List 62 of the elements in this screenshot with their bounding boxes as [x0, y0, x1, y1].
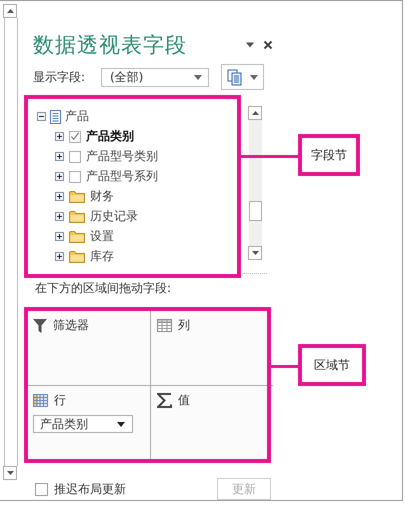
grid-icon [157, 319, 172, 332]
area-label: 值 [178, 392, 190, 409]
down-arrow-icon [252, 250, 258, 255]
down-arrow-icon [6, 471, 14, 475]
folder-name[interactable]: 设置 [90, 228, 114, 246]
leader-line [241, 155, 299, 158]
area-panel[interactable]: 筛选器 [27, 311, 151, 386]
scroll-up-button[interactable] [248, 106, 262, 120]
field-checkbox[interactable] [69, 130, 81, 143]
caret-icon [250, 74, 258, 80]
expand-icon[interactable] [55, 192, 64, 202]
show-fields-label: 显示字段: [33, 68, 86, 86]
grid-icon [33, 394, 48, 407]
callout-label: 字段节 [298, 134, 360, 176]
scroll-down-button[interactable] [3, 466, 17, 480]
folder-name[interactable]: 库存 [90, 248, 114, 266]
area-panel[interactable]: 行 产品类别 [27, 386, 151, 461]
table-icon [50, 110, 61, 124]
defer-update-label: 推迟布局更新 [54, 480, 126, 498]
caret-icon [117, 422, 125, 426]
tools-button[interactable] [221, 64, 264, 90]
area-panel[interactable]: 列 [151, 311, 273, 386]
field-checkbox[interactable] [69, 170, 81, 183]
expand-icon[interactable] [55, 172, 64, 182]
expand-icon[interactable] [55, 252, 64, 262]
close-icon[interactable] [263, 40, 273, 50]
folder-name[interactable]: 财务 [90, 188, 114, 206]
show-fields-dropdown[interactable]: (全部) [101, 68, 209, 87]
area-panel[interactable]: 值 [151, 386, 273, 461]
field-name[interactable]: 产品型号类别 [86, 148, 158, 166]
expand-icon[interactable] [55, 212, 64, 222]
folder-icon [69, 190, 85, 204]
area-label: 筛选器 [53, 317, 89, 334]
folder-icon [69, 250, 85, 264]
scroll-down-button[interactable] [248, 246, 262, 260]
field-checkbox[interactable] [69, 150, 81, 163]
caret-icon [194, 74, 202, 80]
area-label: 列 [178, 317, 190, 334]
up-arrow-icon [252, 110, 258, 115]
expand-icon[interactable] [55, 152, 64, 162]
area-label: 行 [54, 392, 66, 409]
panel-title: 数据透视表字段 [32, 32, 188, 60]
folder-icon [69, 210, 85, 224]
folder-name[interactable]: 历史记录 [90, 208, 138, 226]
leader-line [271, 365, 299, 368]
field-name[interactable]: 产品类别 [86, 128, 134, 146]
collapse-icon[interactable] [37, 112, 46, 122]
callout-label: 区域节 [298, 344, 366, 386]
field-name[interactable]: 产品型号系列 [86, 168, 158, 186]
scrollbar-thumb[interactable] [249, 200, 262, 221]
dropdown-arrow-icon[interactable] [245, 42, 255, 48]
areas-hint: 在下方的区域间拖动字段: [34, 280, 172, 297]
scroll-up-button[interactable] [3, 4, 17, 18]
sigma-icon [157, 393, 172, 408]
expand-icon[interactable] [55, 132, 64, 142]
table-name[interactable]: 产品 [65, 108, 89, 126]
defer-checkbox[interactable] [35, 482, 48, 496]
expand-icon[interactable] [55, 232, 64, 242]
up-arrow-icon [6, 9, 14, 13]
folder-icon [69, 230, 85, 244]
filter-icon [33, 318, 47, 332]
field-chip[interactable]: 产品类别 [33, 415, 133, 433]
